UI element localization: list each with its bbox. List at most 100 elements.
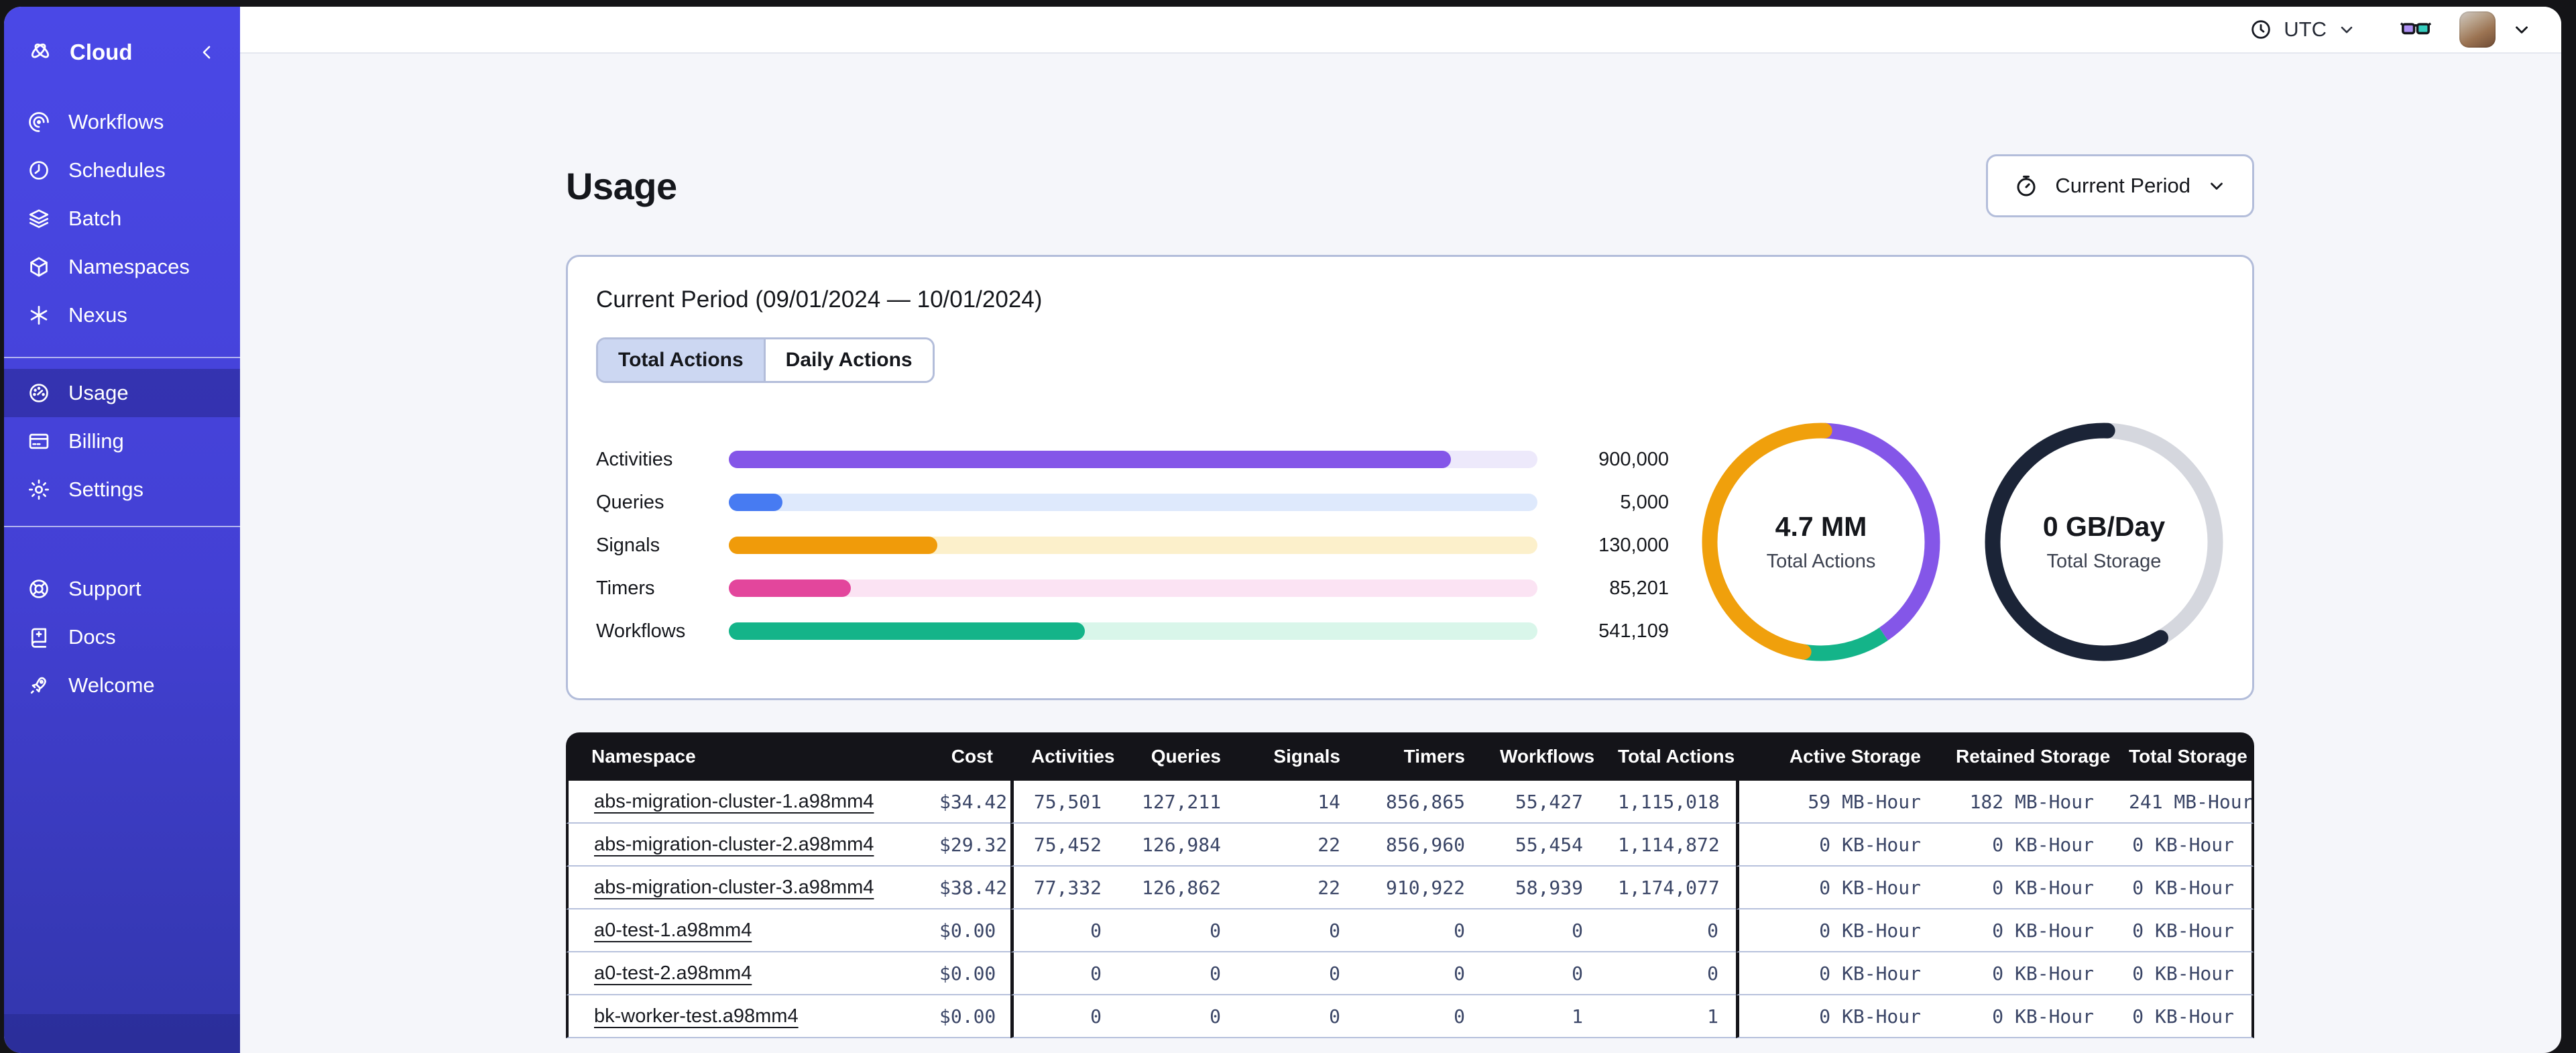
period-dropdown-button[interactable]: Current Period [1986,154,2254,217]
sidebar-divider [4,357,240,358]
sidebar-item-batch[interactable]: Batch [4,195,240,243]
tab-daily-actions[interactable]: Daily Actions [763,339,933,381]
namespace-link[interactable]: abs-migration-cluster-3.a98mm4 [594,877,874,898]
schedules-icon [27,158,51,182]
sidebar-item-docs[interactable]: Docs [4,613,240,661]
timers-cell: 0 [1358,995,1482,1038]
feedback-glasses-icon[interactable] [2399,13,2433,46]
workflows-cell: 0 [1482,952,1600,995]
bar-value: 541,109 [1598,620,1669,642]
billing-icon [27,429,51,453]
table-row: bk-worker-test.a98mm4 $0.00 0 0 0 0 1 1 0 KB-Hou… [566,995,2254,1038]
sidebar-item-billing[interactable]: Billing [4,417,240,465]
namespace-cell: a0-test-2.a98mm4 [566,952,922,995]
usage-icon [27,381,51,405]
queries-cell: 126,862 [1119,867,1238,909]
column-header-activities: Activities [1010,732,1119,781]
sidebar-item-workflows[interactable]: Workflows [4,98,240,146]
column-header-namespace: Namespace [566,732,922,781]
namespace-link[interactable]: bk-worker-test.a98mm4 [594,1005,799,1027]
queries-cell: 127,211 [1119,781,1238,824]
total_storage-cell: 0 KB-Hour [2111,824,2254,867]
batch-icon [27,207,51,231]
timezone-selector[interactable]: UTC [2249,17,2356,42]
sidebar-item-namespaces[interactable]: Namespaces [4,243,240,291]
table-row: a0-test-1.a98mm4 $0.00 0 0 0 0 0 0 0 KB-Hour 0 KB… [566,909,2254,952]
chevron-down-icon [2207,176,2227,196]
bar-fill [729,537,938,554]
sidebar-nav-footer: Support Docs Welcome [4,565,240,710]
bar-value: 130,000 [1598,534,1669,556]
total_storage-cell: 241 MB-Hour [2111,781,2254,824]
logo-label: Cloud [70,40,133,64]
workflows-cell: 55,454 [1482,824,1600,867]
bar-row-signals: Signals 130,000 [596,524,1669,567]
sidebar-collapse-icon[interactable] [197,42,217,62]
activities-cell: 77,332 [1010,867,1119,909]
main-area: UTC Usage Current Period Current Period … [240,7,2561,1053]
clock-icon [2249,17,2273,42]
user-avatar[interactable] [2459,11,2496,48]
bar-value: 900,000 [1598,448,1669,470]
namespace-link[interactable]: abs-migration-cluster-1.a98mm4 [594,791,874,812]
total-storage-donut: 0 GB/Day Total Storage [1984,422,2224,662]
active_storage-cell: 0 KB-Hour [1736,995,1938,1038]
bar-label: Workflows [596,620,686,642]
namespace-cell: abs-migration-cluster-1.a98mm4 [566,781,922,824]
app-window: Cloud Workflows Schedules Batch Namespac… [4,7,2561,1053]
total_actions-cell: 1 [1600,995,1736,1038]
timers-cell: 0 [1358,909,1482,952]
total-actions-value: 4.7 MM [1775,511,1867,542]
retained_storage-cell: 0 KB-Hour [1938,909,2111,952]
timers-cell: 856,960 [1358,824,1482,867]
column-header-queries: Queries [1119,732,1238,781]
column-header-signals: Signals [1238,732,1358,781]
namespace-usage-table: Namespace Cost Activities Queries Signals Tim… [566,732,2254,1038]
column-header-retained_storage: Retained Storage [1938,732,2111,781]
table-header-row: Namespace Cost Activities Queries Signals Tim… [566,732,2254,781]
workflows-icon [27,110,51,134]
signals-cell: 22 [1238,867,1358,909]
sidebar-item-welcome[interactable]: Welcome [4,661,240,710]
timers-cell: 910,922 [1358,867,1482,909]
settings-icon [27,478,51,502]
signals-cell: 0 [1238,952,1358,995]
actions-bar-chart: Activities 900,000 Queries 5,000 Signals 130,… [596,422,1669,653]
tab-total-actions[interactable]: Total Actions [598,339,764,381]
total-actions-donut: 4.7 MM Total Actions [1701,422,1941,662]
total_actions-cell: 0 [1600,909,1736,952]
bar-row-activities: Activities 900,000 [596,438,1669,481]
sidebar-item-schedules[interactable]: Schedules [4,146,240,195]
bar-track [729,622,1537,640]
signals-cell: 22 [1238,824,1358,867]
sidebar-item-support[interactable]: Support [4,565,240,613]
account-menu-chevron-icon[interactable] [2512,19,2532,40]
timezone-label: UTC [2284,17,2327,41]
sidebar-logo[interactable]: Cloud [4,24,240,80]
bar-label: Timers [596,577,655,599]
sidebar-item-nexus[interactable]: Nexus [4,291,240,339]
activities-cell: 75,501 [1010,781,1119,824]
queries-cell: 0 [1119,952,1238,995]
namespace-link[interactable]: abs-migration-cluster-2.a98mm4 [594,834,874,855]
namespace-link[interactable]: a0-test-1.a98mm4 [594,920,752,941]
sidebar-item-usage[interactable]: Usage [4,369,240,417]
total_actions-cell: 1,115,018 [1600,781,1736,824]
actions-tabs: Total Actions Daily Actions [596,337,935,383]
column-header-total_actions: Total Actions [1600,732,1736,781]
bar-fill [729,494,782,511]
cost-cell: $34.42 [922,781,1010,824]
total-storage-label: Total Storage [2046,551,2162,572]
namespace-cell: abs-migration-cluster-3.a98mm4 [566,867,922,909]
sidebar-item-settings[interactable]: Settings [4,465,240,514]
active_storage-cell: 0 KB-Hour [1736,824,1938,867]
topbar: UTC [240,7,2561,54]
namespace-link[interactable]: a0-test-2.a98mm4 [594,962,752,984]
bar-row-timers: Timers 85,201 [596,567,1669,610]
activities-cell: 0 [1010,909,1119,952]
bar-track [729,579,1537,597]
bar-track [729,537,1537,554]
total_storage-cell: 0 KB-Hour [2111,952,2254,995]
bar-label: Activities [596,448,673,470]
cost-cell: $29.32 [922,824,1010,867]
